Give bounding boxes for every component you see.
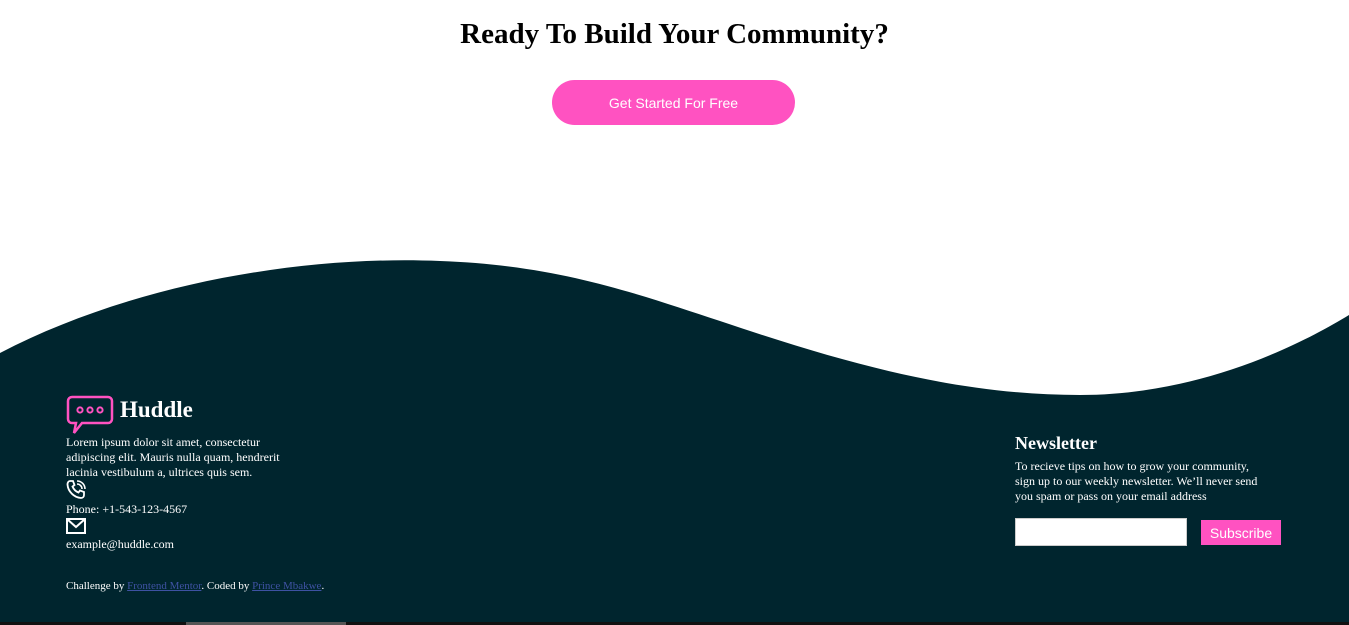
brand-name: Huddle [120, 397, 193, 422]
chat-bubble-icon [66, 395, 114, 434]
attribution-middle: . Coded by [201, 580, 253, 592]
newsletter-text: To recieve tips on how to grow your comm… [1015, 459, 1258, 503]
author-link[interactable]: Prince Mbakwe [252, 580, 321, 592]
footer-email: example@huddle.com [66, 537, 175, 551]
newsletter-email-input[interactable] [1015, 518, 1187, 546]
attribution: Challenge by Frontend Mentor. Coded by P… [66, 580, 324, 592]
attribution-suffix: . [321, 580, 325, 592]
footer-about-text: Lorem ipsum dolor sit amet, consectetur … [66, 435, 280, 479]
footer-phone: Phone: +1-543-123-4567 [66, 502, 188, 516]
mail-icon [66, 518, 86, 534]
attribution-prefix: Challenge by [66, 580, 128, 592]
frontend-mentor-link[interactable]: Frontend Mentor [127, 580, 201, 592]
phone-icon [66, 480, 86, 499]
newsletter-title: Newsletter [1015, 433, 1097, 453]
footer: Huddle Lorem ipsum dolor sit amet, conse… [0, 0, 1349, 625]
subscribe-button[interactable]: Subscribe [1201, 520, 1281, 545]
footer-brand: Huddle [66, 395, 193, 435]
